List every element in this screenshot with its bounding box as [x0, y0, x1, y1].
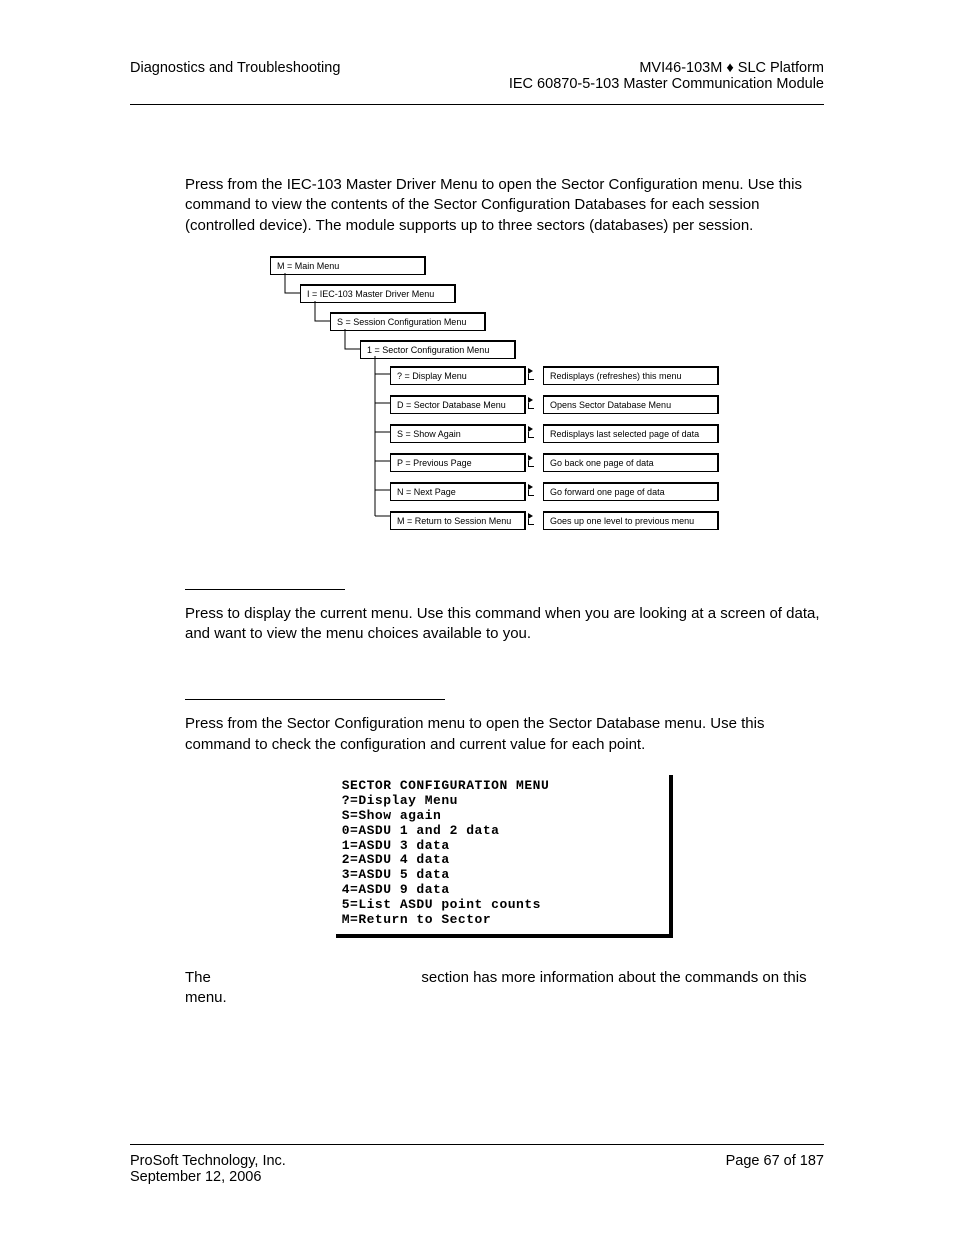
para4b: section has more information about the c…	[185, 969, 807, 1006]
terminal-line: 3=ASDU 5 data	[342, 868, 550, 883]
arrow-icon	[528, 424, 540, 440]
menu-item-left-5: M = Return to Session Menu	[390, 511, 525, 530]
intro-paragraph: Press from the IEC-103 Master Driver Men…	[185, 175, 824, 236]
arrow-icon	[528, 511, 540, 527]
footer-company: ProSoft Technology, Inc.	[130, 1153, 286, 1169]
terminal-line: 1=ASDU 3 data	[342, 839, 550, 854]
header-left: Diagnostics and Troubleshooting	[130, 60, 340, 92]
para3: Press from the Sector Configuration menu…	[185, 714, 824, 755]
terminal-line: 2=ASDU 4 data	[342, 853, 550, 868]
terminal-line: M=Return to Sector	[342, 913, 550, 928]
page-header: Diagnostics and Troubleshooting MVI46-10…	[130, 60, 824, 105]
subheading-1	[185, 574, 345, 590]
arrow-icon	[528, 453, 540, 469]
menu-item-right-3: Go back one page of data	[543, 453, 718, 472]
menu-item-left-3: P = Previous Page	[390, 453, 525, 472]
menu-box-session: S = Session Configuration Menu	[330, 312, 485, 331]
menu-item-right-0: Redisplays (refreshes) this menu	[543, 366, 718, 385]
arrow-icon	[528, 395, 540, 411]
header-right: MVI46-103M ♦ SLC Platform IEC 60870-5-10…	[509, 60, 824, 92]
terminal-line: 5=List ASDU point counts	[342, 898, 550, 913]
menu-item-right-1: Opens Sector Database Menu	[543, 395, 718, 414]
terminal-screenshot: SECTOR CONFIGURATION MENU ?=Display Menu…	[336, 775, 674, 938]
arrow-icon	[528, 366, 540, 382]
menu-item-right-2: Redisplays last selected page of data	[543, 424, 718, 443]
menu-item-right-4: Go forward one page of data	[543, 482, 718, 501]
para4a: The	[185, 969, 211, 986]
header-subtitle: IEC 60870-5-103 Master Communication Mod…	[509, 76, 824, 92]
para4: The section has more information about t…	[185, 968, 824, 1009]
menu-box-sector: 1 = Sector Configuration Menu	[360, 340, 515, 359]
terminal-line: SECTOR CONFIGURATION MENU	[342, 779, 550, 794]
header-product: MVI46-103M ♦ SLC Platform	[509, 60, 824, 76]
footer-left: ProSoft Technology, Inc. September 12, 2…	[130, 1153, 286, 1185]
terminal-wrap: SECTOR CONFIGURATION MENU ?=Display Menu…	[185, 775, 824, 938]
menu-item-left-2: S = Show Again	[390, 424, 525, 443]
page-footer: ProSoft Technology, Inc. September 12, 2…	[130, 1144, 824, 1185]
arrow-icon	[528, 482, 540, 498]
menu-item-left-4: N = Next Page	[390, 482, 525, 501]
terminal-line: 4=ASDU 9 data	[342, 883, 550, 898]
menu-item-left-1: D = Sector Database Menu	[390, 395, 525, 414]
page-content: Press from the IEC-103 Master Driver Men…	[130, 105, 824, 1009]
terminal-line: 0=ASDU 1 and 2 data	[342, 824, 550, 839]
footer-right: Page 67 of 187	[726, 1153, 824, 1185]
menu-item-right-5: Goes up one level to previous menu	[543, 511, 718, 530]
para2: Press to display the current menu. Use t…	[185, 604, 824, 645]
menu-box-main: M = Main Menu	[270, 256, 425, 275]
footer-date: September 12, 2006	[130, 1169, 286, 1185]
terminal-line: S=Show again	[342, 809, 550, 824]
menu-tree-diagram: M = Main Menu I = IEC-103 Master Driver …	[270, 256, 790, 536]
terminal-line: ?=Display Menu	[342, 794, 550, 809]
subheading-2	[185, 684, 445, 700]
menu-box-driver: I = IEC-103 Master Driver Menu	[300, 284, 455, 303]
menu-item-left-0: ? = Display Menu	[390, 366, 525, 385]
